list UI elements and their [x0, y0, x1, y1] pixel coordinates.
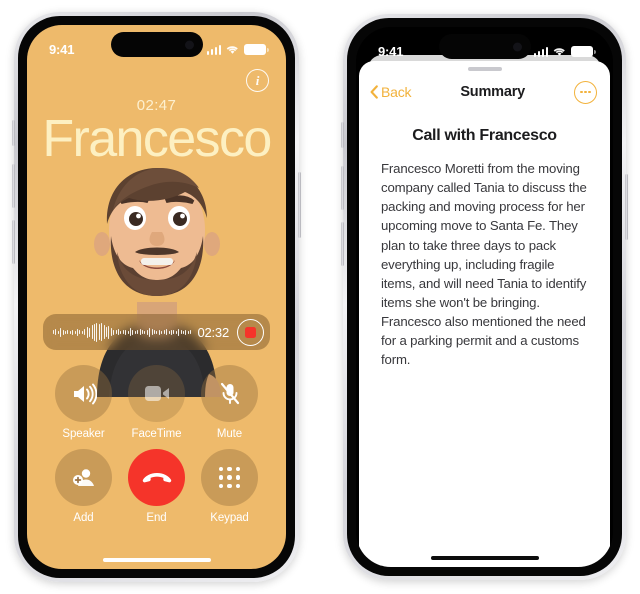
front-camera-icon — [512, 42, 522, 51]
speaker-button[interactable]: Speaker — [47, 365, 120, 440]
sheet-title: Summary — [460, 84, 525, 100]
phone-bezel: 9:41 — [18, 16, 295, 578]
status-time: 9:41 — [49, 42, 75, 57]
volume-up-button[interactable] — [341, 166, 344, 210]
power-button[interactable] — [298, 172, 301, 238]
speaker-icon — [55, 365, 112, 422]
chevron-left-icon — [370, 85, 378, 99]
facetime-button[interactable]: FaceTime — [120, 365, 193, 440]
summary-screen: 9:41 Back Summary Call with Francesco Fr… — [356, 27, 613, 567]
power-button[interactable] — [625, 174, 628, 240]
summary-sheet: Back Summary Call with Francesco Frances… — [359, 61, 610, 567]
mute-label: Mute — [216, 428, 243, 440]
screenshot-stage: 9:41 i 02:47 Francesco 02:32 Speaker Fac… — [0, 0, 640, 594]
phone-device-call: 9:41 i 02:47 Francesco 02:32 Speaker Fac… — [12, 12, 301, 582]
dynamic-island — [110, 32, 203, 57]
facetime-label: FaceTime — [131, 428, 182, 440]
cellular-bars-icon — [206, 44, 221, 55]
battery-icon — [244, 44, 269, 55]
end-call-handset-icon — [128, 449, 185, 506]
summary-body-text: Francesco Moretti from the moving compan… — [381, 161, 587, 368]
status-time: 9:41 — [378, 44, 404, 59]
keypad-label: Keypad — [210, 512, 249, 524]
summary-heading: Call with Francesco — [412, 127, 557, 144]
volume-down-button[interactable] — [12, 220, 15, 264]
add-call-button[interactable]: Add — [47, 449, 120, 524]
call-screen: 9:41 i 02:47 Francesco 02:32 Speaker Fac… — [27, 25, 286, 569]
dynamic-island — [438, 34, 531, 59]
memoji-avatar — [57, 152, 257, 397]
phone-bezel: 9:41 — [347, 18, 622, 576]
status-icons — [533, 46, 596, 57]
add-label: Add — [73, 512, 94, 524]
stop-recording-button[interactable] — [237, 318, 264, 346]
back-label: Back — [381, 84, 412, 100]
speaker-label: Speaker — [62, 428, 105, 440]
front-camera-icon — [184, 40, 194, 49]
sheet-nav-bar: Back Summary — [359, 71, 610, 107]
volume-up-button[interactable] — [12, 164, 15, 208]
keypad-button[interactable]: Keypad — [193, 449, 266, 524]
microphone-muted-icon — [201, 365, 258, 422]
cellular-bars-icon — [533, 46, 548, 57]
more-ellipsis-icon[interactable] — [573, 80, 597, 104]
add-contact-icon — [55, 449, 112, 506]
call-controls-grid: Speaker FaceTime Mute Add End Keypad — [47, 365, 266, 524]
waveform-icon — [53, 321, 192, 343]
wifi-icon — [553, 47, 566, 57]
action-button[interactable] — [12, 120, 15, 146]
mute-button[interactable]: Mute — [193, 365, 266, 440]
call-recording-bar[interactable]: 02:32 — [43, 314, 270, 350]
recording-elapsed: 02:32 — [197, 324, 229, 340]
phone-device-summary: 9:41 Back Summary Call with Francesco Fr… — [341, 14, 628, 580]
action-button[interactable] — [341, 122, 344, 148]
end-label: End — [146, 512, 167, 524]
home-indicator[interactable] — [102, 558, 211, 562]
call-info-button[interactable]: i — [246, 69, 269, 92]
end-call-button[interactable]: End — [120, 449, 193, 524]
back-button[interactable]: Back — [370, 84, 412, 100]
status-icons — [206, 44, 269, 55]
keypad-dots-icon — [201, 449, 258, 506]
facetime-video-icon — [128, 365, 185, 422]
home-indicator[interactable] — [430, 556, 539, 560]
volume-down-button[interactable] — [341, 222, 344, 266]
battery-icon — [571, 46, 596, 57]
wifi-icon — [226, 45, 239, 55]
